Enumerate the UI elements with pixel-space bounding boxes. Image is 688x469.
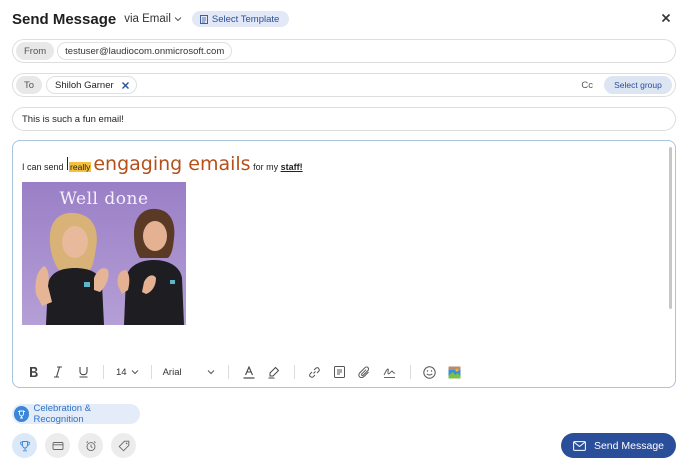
- trophy-icon: [14, 406, 30, 422]
- underline-icon: [78, 367, 88, 378]
- text-caret: [67, 157, 69, 170]
- chevron-down-icon: [207, 370, 214, 375]
- italic-button[interactable]: [50, 364, 66, 380]
- attach-file-button[interactable]: [357, 364, 373, 380]
- from-field: From testuser@laudiocom.onmicrosoft.com: [12, 39, 676, 63]
- emoji-icon: [423, 365, 436, 379]
- font-size-value: 14: [116, 366, 127, 378]
- image-caption: Well done: [59, 189, 149, 209]
- document-icon: [334, 366, 346, 378]
- message-segment: for my: [250, 162, 281, 172]
- insert-link-button[interactable]: [307, 364, 323, 380]
- page-title: Send Message: [12, 10, 117, 28]
- category-chip[interactable]: Celebration & Recognition: [12, 403, 140, 425]
- channel-label: via Email: [124, 13, 171, 25]
- italic-icon: [54, 366, 62, 378]
- recipient-chip: Shiloh Garner: [46, 76, 137, 94]
- formatting-toolbar: 14 Arial: [25, 364, 463, 380]
- send-message-label: Send Message: [593, 439, 665, 452]
- font-size-dropdown[interactable]: 14: [116, 364, 139, 380]
- card-icon: [52, 441, 63, 450]
- font-color-button[interactable]: [241, 364, 257, 380]
- from-address[interactable]: testuser@laudiocom.onmicrosoft.com: [57, 42, 233, 60]
- send-message-button[interactable]: Send Message: [561, 433, 676, 458]
- chevron-down-icon: [174, 17, 182, 22]
- to-field[interactable]: To Shiloh Garner Cc Select group: [12, 73, 676, 97]
- category-card-button[interactable]: [45, 433, 70, 458]
- bold-button[interactable]: [25, 364, 41, 380]
- insert-signature-button[interactable]: [382, 364, 398, 380]
- toolbar-divider: [409, 365, 411, 379]
- from-label: From: [16, 42, 55, 60]
- signature-icon: [383, 368, 396, 378]
- subject-input[interactable]: This is such a fun email!: [22, 114, 124, 125]
- select-template-button[interactable]: Select Template: [191, 11, 290, 27]
- insert-image-button[interactable]: [447, 364, 463, 380]
- message-segment: I can send: [22, 162, 67, 172]
- underline-button[interactable]: [75, 364, 91, 380]
- recipient-name: Shiloh Garner: [55, 79, 114, 91]
- toolbar-divider: [150, 365, 152, 379]
- celebration-image[interactable]: Well done: [22, 182, 186, 325]
- trophy-icon: [19, 440, 30, 451]
- highlight-button[interactable]: [266, 364, 282, 380]
- highlighted-text: really: [69, 162, 92, 172]
- category-tag-button[interactable]: [111, 433, 136, 458]
- highlight-icon: [268, 366, 279, 378]
- attachment-icon: [358, 366, 370, 378]
- insert-emoji-button[interactable]: [422, 364, 438, 380]
- mail-icon: [573, 440, 586, 451]
- message-editor[interactable]: I can send really engaging emails for my…: [12, 140, 676, 388]
- insert-document-button[interactable]: [332, 364, 348, 380]
- bold-underlined-text: staff!: [280, 162, 303, 172]
- category-trophy-button[interactable]: [12, 433, 37, 458]
- font-family-dropdown[interactable]: Arial: [163, 364, 215, 380]
- tag-icon: [118, 440, 129, 451]
- header: Send Message via Email Select Template: [12, 9, 676, 29]
- alarm-clock-icon: [85, 440, 96, 451]
- bold-icon: [29, 367, 38, 377]
- channel-dropdown[interactable]: via Email: [124, 13, 182, 25]
- close-icon: [661, 13, 671, 23]
- toolbar-divider: [103, 365, 104, 379]
- category-alarm-button[interactable]: [78, 433, 103, 458]
- template-icon: [199, 14, 208, 24]
- select-template-label: Select Template: [211, 13, 280, 25]
- close-button[interactable]: [658, 10, 674, 26]
- toolbar-divider: [293, 365, 295, 379]
- select-group-button[interactable]: Select group: [604, 76, 672, 94]
- editor-scrollbar[interactable]: [669, 147, 672, 309]
- subject-field[interactable]: This is such a fun email!: [12, 107, 676, 131]
- large-text: engaging emails: [93, 153, 251, 175]
- to-label: To: [16, 76, 43, 94]
- link-icon: [309, 366, 320, 378]
- chevron-down-icon: [131, 370, 138, 375]
- image-icon: [448, 366, 461, 378]
- category-label: Celebration & Recognition: [33, 403, 92, 425]
- font-color-icon: [243, 365, 255, 379]
- cc-button[interactable]: Cc: [581, 80, 593, 91]
- toolbar-divider: [227, 365, 229, 379]
- message-text[interactable]: I can send really engaging emails for my…: [22, 153, 303, 175]
- remove-recipient-icon[interactable]: [121, 81, 130, 90]
- font-family-value: Arial: [162, 366, 182, 378]
